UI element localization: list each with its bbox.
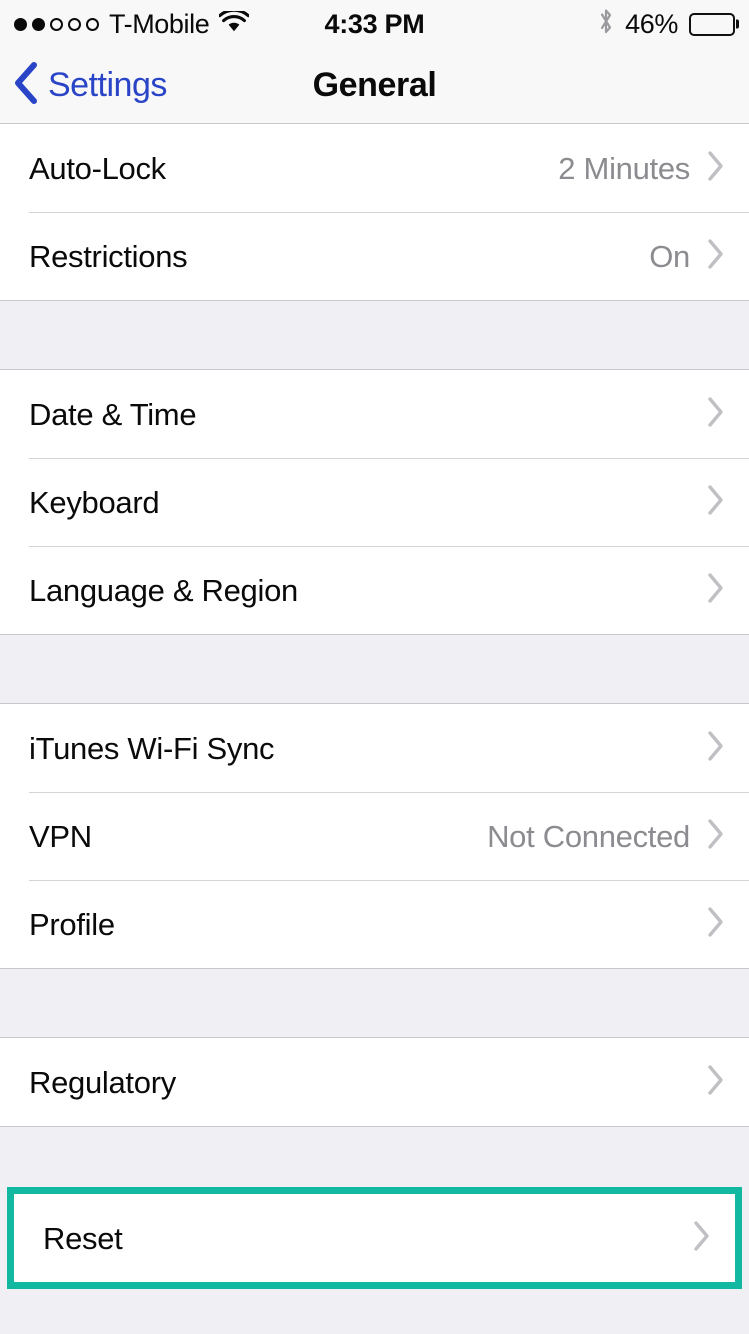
group-separator — [0, 1127, 749, 1187]
row-label: Language & Region — [29, 572, 298, 608]
chevron-right-icon — [707, 730, 725, 767]
row-profile[interactable]: Profile — [0, 880, 749, 968]
signal-dot-4 — [68, 17, 81, 31]
reset-highlight-wrapper: Reset — [7, 1187, 742, 1289]
chevron-right-icon — [707, 1064, 725, 1101]
signal-strength-dots — [14, 17, 99, 31]
chevron-left-icon — [14, 62, 38, 109]
row-label: VPN — [29, 818, 92, 854]
settings-list[interactable]: Auto-Lock 2 Minutes Restrictions On Date… — [0, 123, 749, 1334]
settings-group-lock: Auto-Lock 2 Minutes Restrictions On — [0, 123, 749, 301]
row-regulatory[interactable]: Regulatory — [0, 1038, 749, 1126]
row-label: Regulatory — [29, 1064, 176, 1100]
row-label: Keyboard — [29, 484, 160, 520]
group-separator — [0, 969, 749, 1037]
chevron-right-icon — [707, 396, 725, 433]
row-label: Auto-Lock — [29, 150, 166, 186]
group-separator — [0, 301, 749, 369]
settings-group-reset-highlighted: Reset — [7, 1187, 742, 1289]
row-reset[interactable]: Reset — [14, 1194, 735, 1282]
status-bar: T-Mobile 4:33 PM 46% — [0, 0, 749, 48]
row-value: On — [649, 238, 690, 274]
row-keyboard[interactable]: Keyboard — [0, 458, 749, 546]
row-restrictions[interactable]: Restrictions On — [0, 212, 749, 300]
status-bar-left: T-Mobile — [14, 8, 251, 40]
group-separator — [0, 635, 749, 703]
settings-group-connectivity: iTunes Wi-Fi Sync VPN Not Connected Prof… — [0, 703, 749, 969]
row-language-region[interactable]: Language & Region — [0, 546, 749, 634]
chevron-right-icon — [707, 818, 725, 855]
settings-group-regulatory: Regulatory — [0, 1037, 749, 1127]
signal-dot-1 — [14, 17, 27, 31]
row-auto-lock[interactable]: Auto-Lock 2 Minutes — [0, 124, 749, 212]
row-label: Reset — [43, 1220, 123, 1256]
row-label: Restrictions — [29, 238, 188, 274]
back-button-label: Settings — [48, 66, 167, 104]
navigation-bar: Settings General — [0, 48, 749, 123]
row-value: 2 Minutes — [558, 150, 690, 186]
signal-dot-2 — [32, 17, 45, 31]
back-button[interactable]: Settings — [0, 62, 167, 109]
battery-icon — [689, 12, 739, 36]
settings-group-locale: Date & Time Keyboard Language & Region — [0, 369, 749, 635]
row-label: Profile — [29, 906, 115, 942]
signal-dot-5 — [86, 17, 99, 31]
clock-label: 4:33 PM — [324, 8, 425, 39]
chevron-right-icon — [693, 1220, 711, 1257]
list-bottom-spacer — [0, 1289, 749, 1334]
chevron-right-icon — [707, 906, 725, 943]
carrier-label: T-Mobile — [109, 8, 210, 39]
row-value: Not Connected — [487, 818, 690, 854]
signal-dot-3 — [50, 17, 63, 31]
row-label: Date & Time — [29, 396, 197, 432]
bluetooth-icon — [598, 8, 614, 40]
wifi-icon — [218, 8, 251, 38]
status-bar-right: 46% — [598, 8, 739, 40]
row-date-time[interactable]: Date & Time — [0, 370, 749, 458]
row-itunes-wifi-sync[interactable]: iTunes Wi-Fi Sync — [0, 704, 749, 792]
chevron-right-icon — [707, 150, 725, 187]
chevron-right-icon — [707, 572, 725, 609]
battery-percent-label: 46% — [625, 8, 678, 39]
chevron-right-icon — [707, 238, 725, 275]
chevron-right-icon — [707, 484, 725, 521]
row-label: iTunes Wi-Fi Sync — [29, 730, 275, 766]
row-vpn[interactable]: VPN Not Connected — [0, 792, 749, 880]
